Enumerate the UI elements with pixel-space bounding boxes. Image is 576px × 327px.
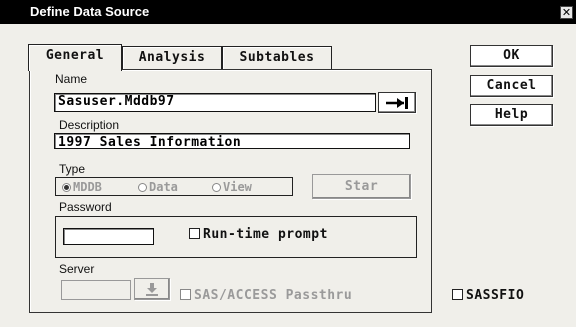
type-radio-mddb[interactable]: MDDB bbox=[62, 180, 102, 194]
name-field[interactable]: Sasuser.Mddb97 bbox=[54, 93, 376, 112]
name-label: Name bbox=[55, 72, 88, 86]
type-label: Type bbox=[59, 162, 86, 176]
star-button[interactable]: Star bbox=[312, 174, 411, 199]
close-icon: ✕ bbox=[561, 6, 572, 19]
checkbox-icon bbox=[180, 289, 191, 300]
server-browse-button[interactable] bbox=[134, 278, 170, 300]
tab-general-label: General bbox=[45, 48, 105, 63]
tab-analysis-label: Analysis bbox=[138, 50, 206, 65]
runtime-prompt-label: Run-time prompt bbox=[203, 227, 328, 242]
type-radio-view[interactable]: View bbox=[212, 180, 252, 194]
checkbox-icon bbox=[452, 289, 463, 300]
define-data-source-dialog: Define Data Source ✕ General Analysis Su… bbox=[0, 0, 576, 327]
type-radio-mddb-label: MDDB bbox=[73, 180, 102, 194]
description-label: Description bbox=[59, 118, 120, 132]
tab-general[interactable]: General bbox=[28, 44, 122, 71]
type-radio-group: MDDB Data View bbox=[55, 177, 293, 196]
password-label: Password bbox=[59, 200, 112, 214]
tab-analysis[interactable]: Analysis bbox=[122, 46, 222, 70]
password-field[interactable] bbox=[63, 228, 154, 245]
window-title: Define Data Source bbox=[30, 4, 150, 19]
tab-subtables[interactable]: Subtables bbox=[222, 46, 332, 70]
type-radio-view-label: View bbox=[223, 180, 252, 194]
type-radio-data-label: Data bbox=[149, 180, 178, 194]
checkbox-icon bbox=[189, 228, 200, 239]
sas-access-passthru-label: SAS/ACCESS Passthru bbox=[194, 288, 353, 303]
server-field[interactable] bbox=[61, 280, 131, 300]
runtime-prompt-checkbox[interactable]: Run-time prompt bbox=[189, 227, 328, 242]
description-field[interactable]: 1997 Sales Information bbox=[54, 133, 410, 149]
radio-selected-icon bbox=[62, 183, 71, 192]
title-bar: Define Data Source ✕ bbox=[0, 0, 576, 24]
arrow-to-bar-icon bbox=[386, 97, 408, 109]
radio-icon bbox=[138, 183, 147, 192]
help-button[interactable]: Help bbox=[470, 104, 553, 126]
type-radio-data[interactable]: Data bbox=[138, 180, 178, 194]
sas-access-passthru-checkbox[interactable]: SAS/ACCESS Passthru bbox=[180, 288, 352, 303]
cancel-button[interactable]: Cancel bbox=[470, 75, 553, 97]
tab-subtables-label: Subtables bbox=[239, 50, 315, 65]
down-arrow-to-bar-icon bbox=[146, 283, 158, 296]
ok-button[interactable]: OK bbox=[470, 45, 553, 67]
sassfio-checkbox[interactable]: SASSFIO bbox=[452, 288, 524, 303]
name-browse-button[interactable] bbox=[378, 92, 416, 113]
server-label: Server bbox=[59, 262, 95, 276]
close-button[interactable]: ✕ bbox=[560, 6, 573, 19]
radio-icon bbox=[212, 183, 221, 192]
sassfio-label: SASSFIO bbox=[466, 288, 525, 303]
